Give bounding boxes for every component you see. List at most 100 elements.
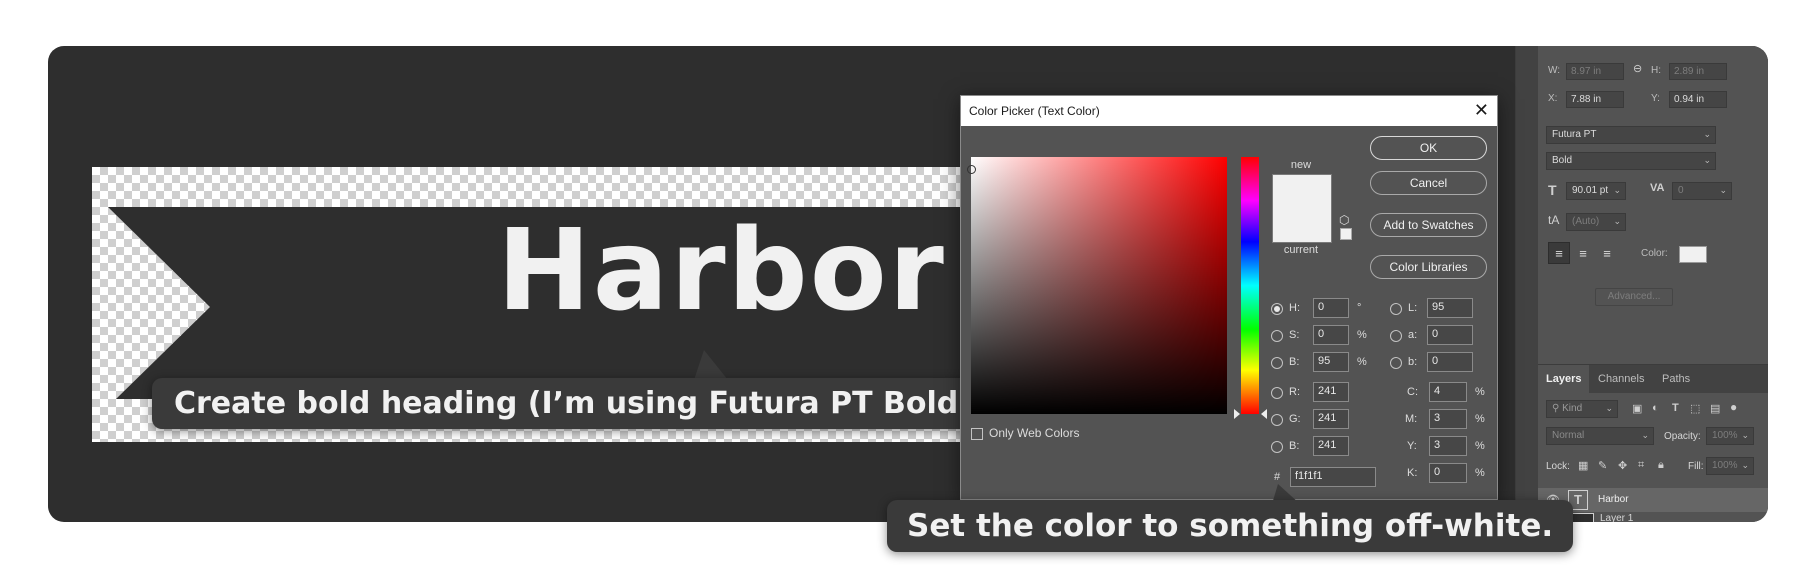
- chevron-down-icon: ⌄: [1703, 155, 1711, 165]
- magenta-field[interactable]: 3: [1429, 409, 1467, 429]
- x-field[interactable]: 7.88 in: [1566, 91, 1624, 108]
- radio-blue[interactable]: [1271, 441, 1283, 453]
- hue-slider-handle-left[interactable]: [1234, 409, 1240, 419]
- y-field[interactable]: 0.94 in: [1669, 91, 1727, 108]
- align-left-button[interactable]: ≡: [1548, 242, 1570, 264]
- properties-panel: W: 8.97 in ⊖ H: 2.89 in X: 7.88 in Y: 0.…: [1538, 46, 1768, 361]
- fill-label: Fill:: [1688, 461, 1704, 472]
- brightness-label: B:: [1289, 356, 1300, 368]
- hue-field[interactable]: 0: [1313, 298, 1349, 318]
- radio-green[interactable]: [1271, 414, 1283, 426]
- filter-toggle-icon[interactable]: ●: [1730, 400, 1737, 414]
- height-field[interactable]: 2.89 in: [1669, 63, 1727, 80]
- blend-mode-dropdown[interactable]: Normal ⌄: [1546, 427, 1654, 445]
- layers-panel: Layers Channels Paths ⚲ Kind ⌄ ▣ ◐ T ⬚ ▤ …: [1538, 364, 1768, 522]
- chevron-down-icon: ⌄: [1703, 129, 1711, 139]
- radio-b-channel[interactable]: [1390, 357, 1402, 369]
- layer-thumbnail: [1570, 513, 1594, 522]
- filter-type-icon[interactable]: T: [1672, 402, 1679, 414]
- a-channel-field[interactable]: 0: [1427, 325, 1473, 345]
- font-size-dropdown[interactable]: 90.01 pt ⌄: [1566, 182, 1626, 200]
- dialog-title-bar[interactable]: Color Picker (Text Color) ✕: [961, 96, 1497, 126]
- blue-field[interactable]: 241: [1313, 436, 1349, 456]
- cyan-field[interactable]: 4: [1429, 382, 1467, 402]
- filter-shape-icon[interactable]: ⬚: [1690, 402, 1700, 415]
- close-icon[interactable]: ✕: [1474, 96, 1489, 125]
- opacity-dropdown[interactable]: 100% ⌄: [1706, 427, 1754, 445]
- lock-position-icon[interactable]: ✥: [1618, 459, 1627, 472]
- saturation-field[interactable]: 0: [1313, 325, 1349, 345]
- black-field[interactable]: 0: [1429, 463, 1467, 483]
- hue-slider[interactable]: [1241, 157, 1259, 414]
- color-label: Color:: [1641, 248, 1668, 259]
- lock-brush-icon[interactable]: ✎: [1598, 459, 1607, 472]
- percent-unit: %: [1357, 356, 1367, 368]
- out-of-gamut-cube-icon[interactable]: ⬡: [1339, 213, 1349, 227]
- cancel-button[interactable]: Cancel: [1370, 171, 1487, 195]
- radio-hue[interactable]: [1271, 303, 1283, 315]
- text-color-swatch[interactable]: [1679, 246, 1707, 263]
- radio-brightness[interactable]: [1271, 357, 1283, 369]
- tab-channels[interactable]: Channels: [1590, 365, 1652, 393]
- color-cursor[interactable]: [967, 165, 976, 174]
- align-right-button[interactable]: ≡: [1596, 242, 1618, 264]
- filter-smart-object-icon[interactable]: ▤: [1710, 402, 1720, 415]
- sv-black-gradient: [971, 157, 1227, 414]
- yellow-label: Y:: [1407, 440, 1417, 452]
- radio-lightness[interactable]: [1390, 303, 1402, 315]
- web-safe-swatch-icon[interactable]: [1340, 228, 1352, 240]
- font-size-value: 90.01 pt: [1572, 185, 1609, 196]
- b-channel-field[interactable]: 0: [1427, 352, 1473, 372]
- yellow-field[interactable]: 3: [1429, 436, 1467, 456]
- blue-label: B:: [1289, 440, 1300, 452]
- radio-red[interactable]: [1271, 387, 1283, 399]
- dialog-title: Color Picker (Text Color): [969, 104, 1100, 118]
- right-panel: W: 8.97 in ⊖ H: 2.89 in X: 7.88 in Y: 0.…: [1515, 46, 1768, 522]
- ok-button[interactable]: OK: [1370, 136, 1487, 160]
- font-family-dropdown[interactable]: Futura PT ⌄: [1546, 126, 1716, 144]
- align-center-button[interactable]: ≡: [1572, 242, 1594, 264]
- width-field[interactable]: 8.97 in: [1566, 63, 1624, 80]
- leading-dropdown[interactable]: (Auto) ⌄: [1566, 213, 1626, 231]
- filter-adjustment-icon[interactable]: ◐: [1652, 402, 1659, 414]
- current-color-swatch[interactable]: [1272, 209, 1332, 243]
- only-web-colors-checkbox[interactable]: [971, 428, 983, 440]
- lightness-field[interactable]: 95: [1427, 298, 1473, 318]
- chevron-down-icon: ⌄: [1719, 185, 1727, 195]
- heading-text-layer[interactable]: Harbor: [497, 215, 946, 327]
- hue-slider-handle-right[interactable]: [1261, 409, 1267, 419]
- align-center-icon: ≡: [1579, 245, 1587, 261]
- blend-mode-value: Normal: [1552, 430, 1585, 441]
- width-label: W:: [1548, 65, 1561, 76]
- tracking-dropdown[interactable]: 0 ⌄: [1672, 182, 1732, 200]
- brightness-field[interactable]: 95: [1313, 352, 1349, 372]
- hex-field[interactable]: f1f1f1: [1290, 467, 1376, 487]
- layers-tab-bar: Layers Channels Paths: [1538, 365, 1768, 393]
- add-to-swatches-button[interactable]: Add to Swatches: [1370, 213, 1487, 237]
- percent-unit: %: [1475, 386, 1485, 398]
- layer-name: Harbor: [1598, 494, 1629, 505]
- radio-a-channel[interactable]: [1390, 330, 1402, 342]
- new-color-label: new: [1290, 159, 1312, 171]
- radio-saturation[interactable]: [1271, 330, 1283, 342]
- lock-all-icon[interactable]: 🔒︎: [1658, 459, 1664, 472]
- advanced-button[interactable]: Advanced...: [1595, 288, 1673, 306]
- red-field[interactable]: 241: [1313, 382, 1349, 402]
- green-label: G:: [1289, 413, 1301, 425]
- font-size-icon: T: [1548, 182, 1557, 198]
- filter-pixel-icon[interactable]: ▣: [1632, 402, 1642, 415]
- font-style-dropdown[interactable]: Bold ⌄: [1546, 152, 1716, 170]
- color-libraries-button[interactable]: Color Libraries: [1370, 255, 1487, 279]
- layer-filter-dropdown[interactable]: ⚲ Kind ⌄: [1546, 400, 1618, 418]
- green-field[interactable]: 241: [1313, 409, 1349, 429]
- chevron-down-icon: ⌄: [1605, 403, 1613, 413]
- tab-layers[interactable]: Layers: [1538, 365, 1590, 393]
- lock-transparency-icon[interactable]: ▦: [1578, 459, 1588, 472]
- link-icon[interactable]: ⊖: [1633, 64, 1642, 75]
- saturation-brightness-field[interactable]: [967, 157, 1227, 414]
- tab-paths[interactable]: Paths: [1654, 365, 1698, 393]
- degree-unit: °: [1357, 302, 1362, 314]
- fill-dropdown[interactable]: 100% ⌄: [1706, 457, 1754, 475]
- tracking-value: 0: [1678, 185, 1684, 196]
- lock-artboard-icon[interactable]: ⌗: [1638, 459, 1644, 472]
